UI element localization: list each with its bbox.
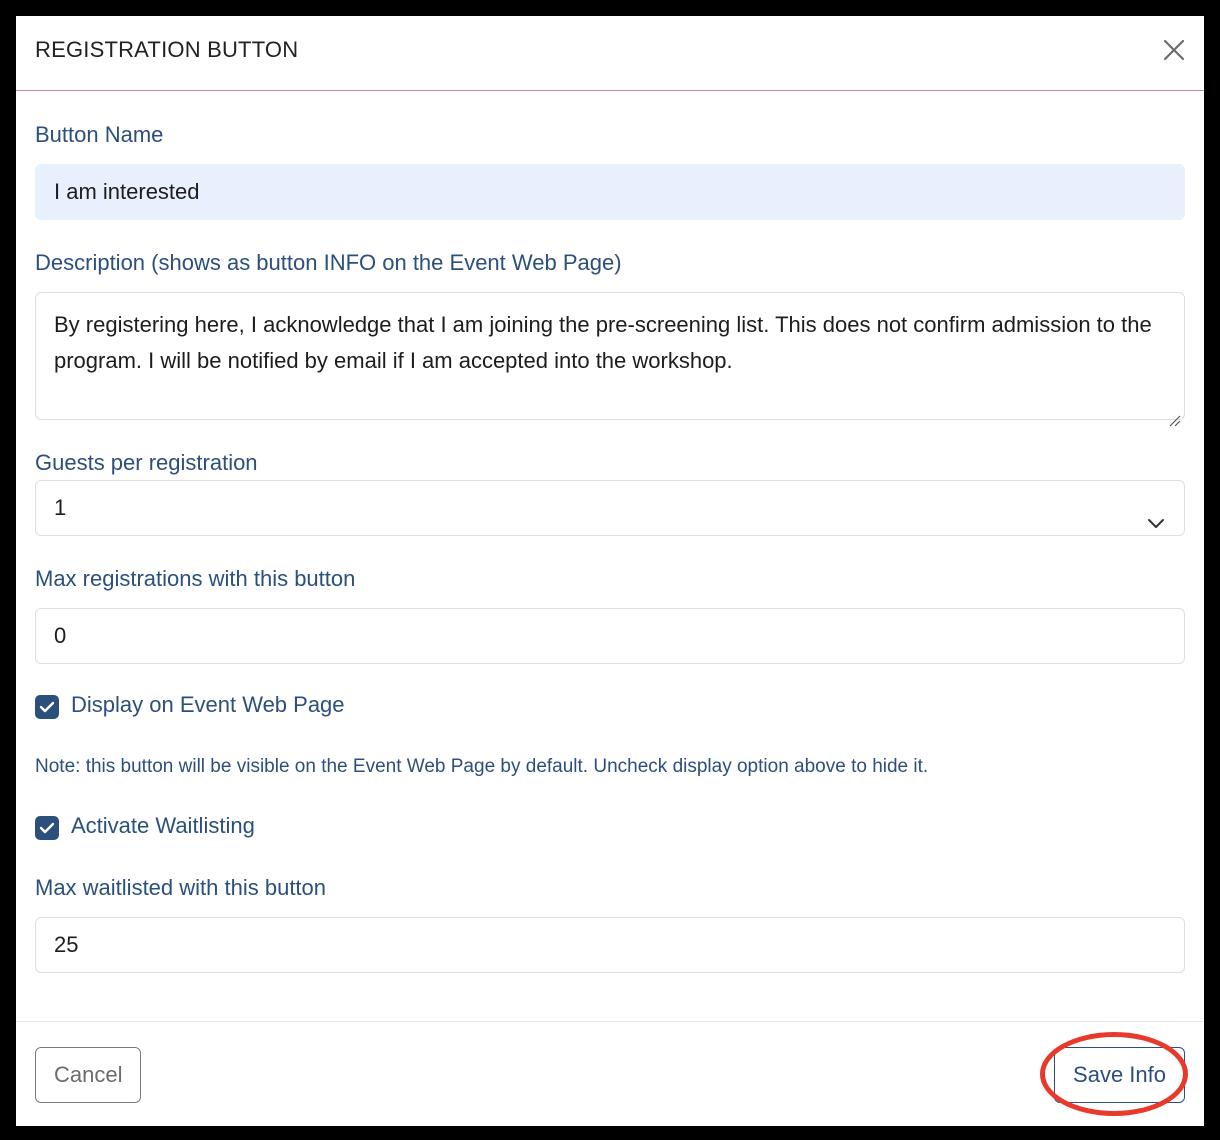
max-registrations-input[interactable]: 0 xyxy=(35,608,1185,664)
close-button[interactable] xyxy=(1158,34,1190,66)
button-name-input[interactable]: I am interested xyxy=(35,164,1185,220)
modal-title: REGISTRATION BUTTON xyxy=(35,37,299,62)
close-icon xyxy=(1158,39,1190,69)
max-waitlisted-input[interactable]: 25 xyxy=(35,917,1185,973)
chevron-down-icon xyxy=(1146,499,1166,528)
max-registrations-label: Max registrations with this button xyxy=(35,566,356,591)
max-waitlisted-label: Max waitlisted with this button xyxy=(35,875,327,900)
registration-button-modal: REGISTRATION BUTTON Button Name I am int… xyxy=(16,16,1204,1126)
display-note: Note: this button will be visible on the… xyxy=(35,756,929,777)
modal-header: REGISTRATION BUTTON xyxy=(16,16,1204,91)
description-text: By registering here, I acknowledge that … xyxy=(54,312,1152,373)
guests-per-registration-label: Guests per registration xyxy=(35,450,258,475)
description-label: Description (shows as button INFO on the… xyxy=(35,250,622,275)
save-info-button[interactable]: Save Info xyxy=(1054,1047,1185,1103)
button-name-label: Button Name xyxy=(35,122,164,147)
activate-waitlisting-checkbox[interactable] xyxy=(35,816,59,840)
guests-selected-value: 1 xyxy=(54,495,67,520)
description-textarea[interactable]: By registering here, I acknowledge that … xyxy=(35,292,1185,427)
display-on-event-page-label[interactable]: Display on Event Web Page xyxy=(71,692,345,718)
display-on-event-page-checkbox[interactable] xyxy=(35,695,59,719)
activate-waitlisting-label[interactable]: Activate Waitlisting xyxy=(71,813,255,839)
guests-per-registration-select[interactable]: 1 xyxy=(35,480,1185,536)
resize-grip-icon[interactable] xyxy=(1167,402,1181,427)
modal-footer: Cancel Save Info xyxy=(16,1021,1204,1126)
cancel-button[interactable]: Cancel xyxy=(35,1047,142,1103)
